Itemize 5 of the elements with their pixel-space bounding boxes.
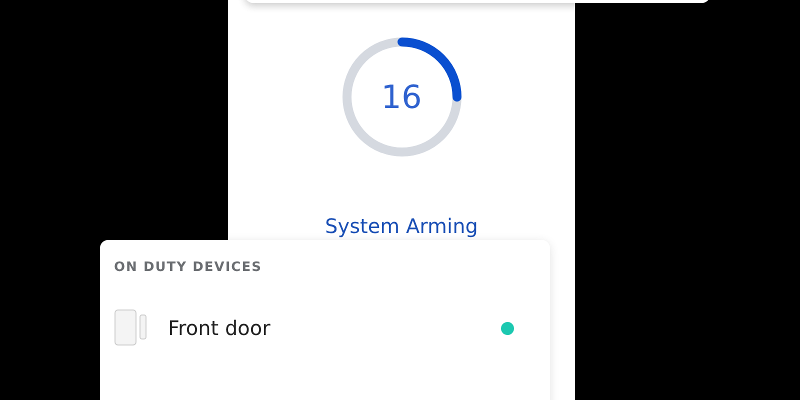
- status-label: System Arming: [325, 214, 478, 238]
- section-heading: ON DUTY DEVICES: [114, 260, 263, 275]
- device-name: Front door: [168, 316, 272, 340]
- door-sensor-icon: [114, 309, 148, 347]
- countdown-number: 16: [381, 78, 422, 116]
